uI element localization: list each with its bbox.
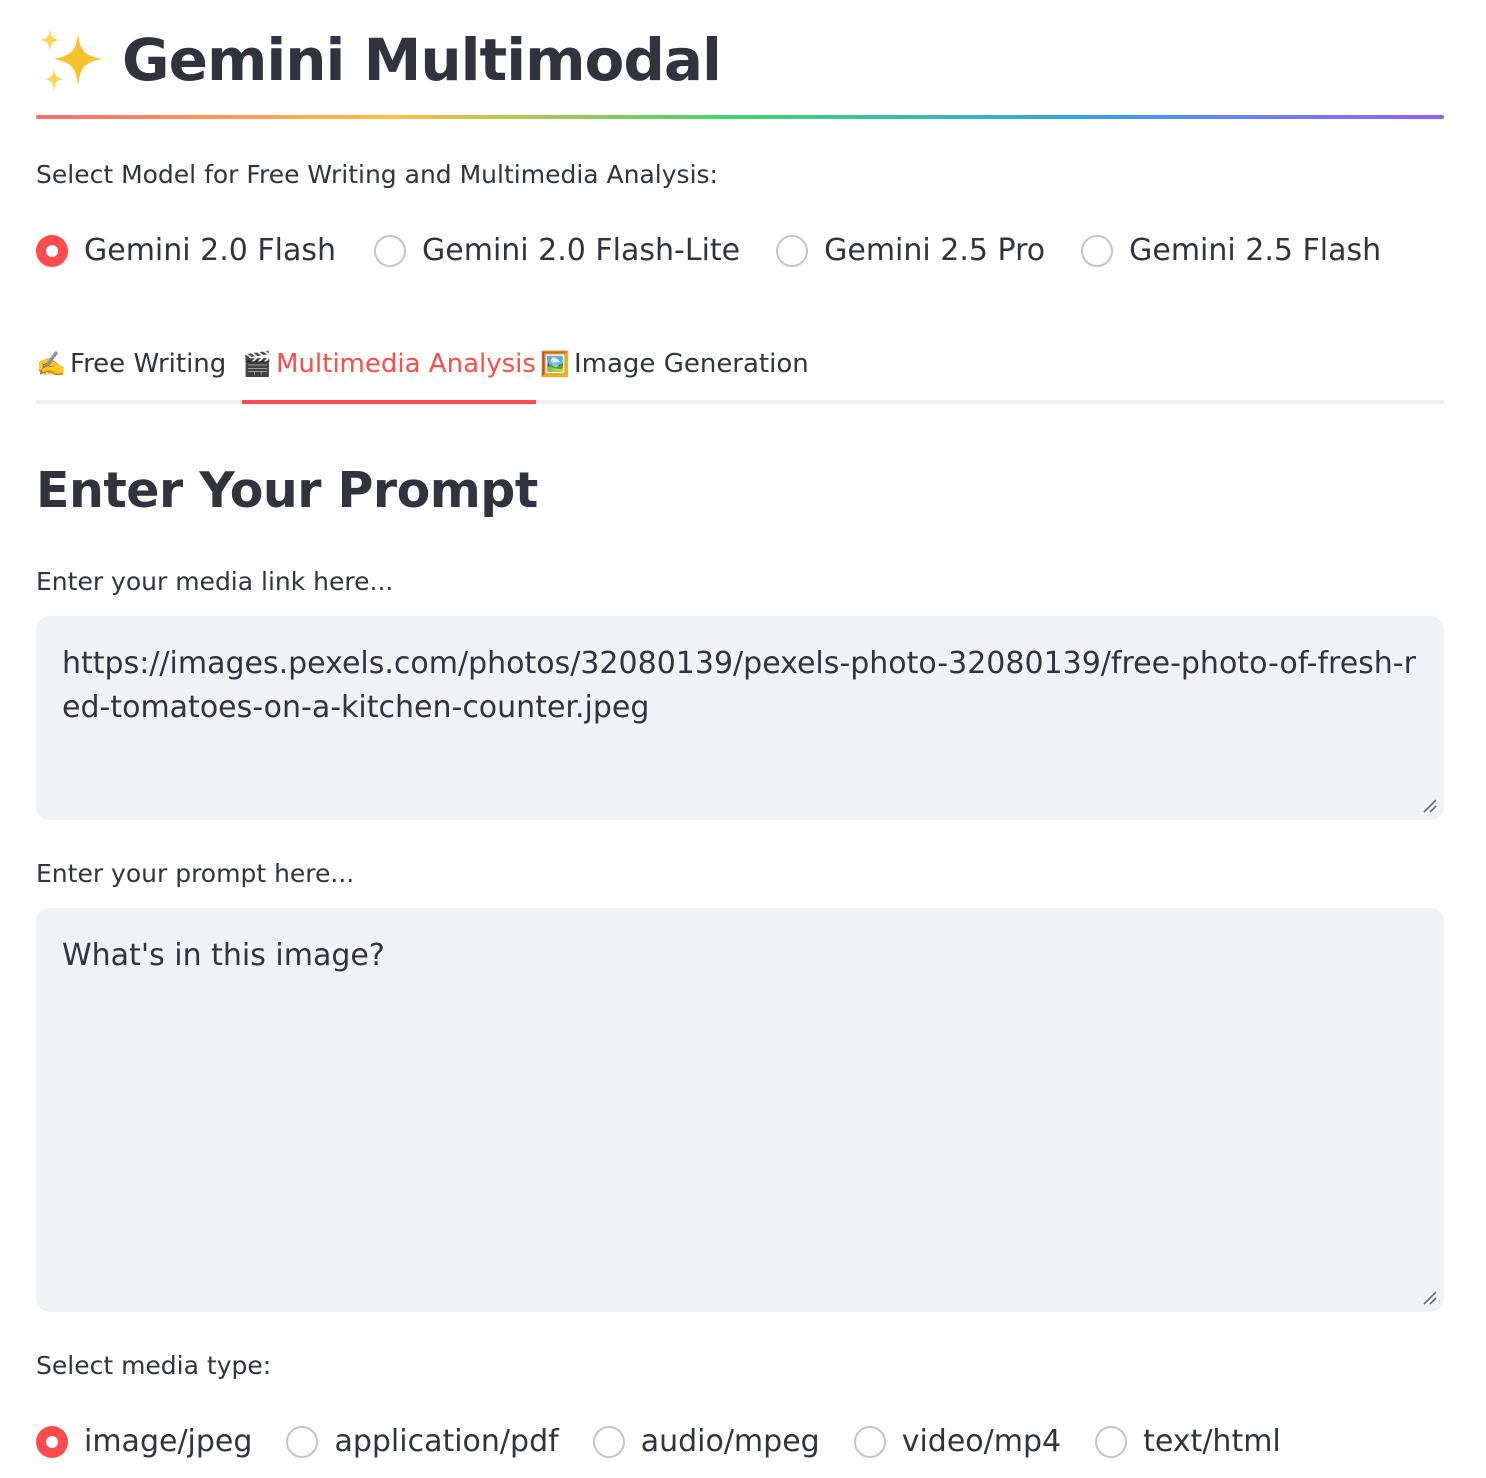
media-link-textarea[interactable]: https://images.pexels.com/photos/3208013… bbox=[36, 616, 1444, 820]
tab-multimedia-analysis[interactable]: 🎬 Multimedia Analysis bbox=[242, 334, 536, 404]
model-radio-group: Gemini 2.0 Flash Gemini 2.0 Flash-Lite G… bbox=[36, 233, 1417, 268]
radio-unchecked-icon[interactable] bbox=[853, 1425, 886, 1458]
writing-hand-icon: ✍️ bbox=[36, 350, 66, 378]
tab-label: Multimedia Analysis bbox=[276, 349, 536, 379]
page-title-row: Gemini Multimodal bbox=[36, 18, 722, 102]
model-option-gemini-2-5-flash[interactable]: Gemini 2.5 Flash bbox=[1081, 233, 1381, 268]
model-option-label: Gemini 2.5 Pro bbox=[824, 233, 1046, 268]
media-type-option-image-jpeg[interactable]: image/jpeg bbox=[36, 1424, 252, 1459]
tab-bar: ✍️ Free Writing 🎬 Multimedia Analysis 🖼️… bbox=[36, 334, 1444, 404]
media-type-label: Select media type: bbox=[36, 1351, 272, 1380]
radio-checked-icon[interactable] bbox=[36, 1425, 68, 1458]
title-divider bbox=[36, 115, 1444, 119]
media-type-option-label: application/pdf bbox=[334, 1424, 559, 1459]
sparkles-icon bbox=[40, 29, 102, 91]
section-heading: Enter Your Prompt bbox=[36, 462, 538, 519]
media-type-option-video-mp4[interactable]: video/mp4 bbox=[853, 1424, 1062, 1459]
media-link-label: Enter your media link here... bbox=[36, 567, 394, 596]
model-option-gemini-2-0-flash-lite[interactable]: Gemini 2.0 Flash-Lite bbox=[374, 233, 740, 268]
model-option-gemini-2-5-pro[interactable]: Gemini 2.5 Pro bbox=[776, 233, 1045, 268]
model-option-label: Gemini 2.0 Flash bbox=[84, 233, 337, 268]
radio-unchecked-icon[interactable] bbox=[1081, 234, 1114, 267]
tab-label: Image Generation bbox=[574, 349, 809, 379]
tab-image-generation[interactable]: 🖼️ Image Generation bbox=[540, 334, 809, 404]
radio-unchecked-icon[interactable] bbox=[776, 234, 809, 267]
prompt-label: Enter your prompt here... bbox=[36, 859, 355, 888]
tab-free-writing[interactable]: ✍️ Free Writing bbox=[36, 334, 226, 404]
model-select-label: Select Model for Free Writing and Multim… bbox=[36, 160, 718, 189]
media-type-radio-group: image/jpeg application/pdf audio/mpeg vi… bbox=[36, 1424, 1317, 1459]
page-title: Gemini Multimodal bbox=[122, 26, 722, 94]
prompt-textarea[interactable]: What's in this image? bbox=[36, 908, 1444, 1312]
radio-unchecked-icon[interactable] bbox=[1095, 1425, 1128, 1458]
resize-handle-icon[interactable] bbox=[1420, 796, 1438, 814]
radio-unchecked-icon[interactable] bbox=[374, 234, 407, 267]
media-type-option-text-html[interactable]: text/html bbox=[1095, 1424, 1281, 1459]
tab-label: Free Writing bbox=[70, 349, 227, 379]
radio-unchecked-icon[interactable] bbox=[592, 1425, 625, 1458]
model-option-label: Gemini 2.0 Flash-Lite bbox=[422, 233, 741, 268]
radio-unchecked-icon[interactable] bbox=[286, 1425, 319, 1458]
media-type-option-label: text/html bbox=[1143, 1424, 1281, 1459]
model-option-gemini-2-0-flash[interactable]: Gemini 2.0 Flash bbox=[36, 233, 336, 268]
resize-handle-icon[interactable] bbox=[1420, 1288, 1438, 1306]
media-type-option-label: video/mp4 bbox=[901, 1424, 1062, 1459]
prompt-value: What's in this image? bbox=[62, 938, 385, 973]
clapper-board-icon: 🎬 bbox=[242, 350, 272, 378]
framed-picture-icon: 🖼️ bbox=[540, 350, 570, 378]
media-type-option-audio-mpeg[interactable]: audio/mpeg bbox=[592, 1424, 820, 1459]
media-type-option-application-pdf[interactable]: application/pdf bbox=[286, 1424, 559, 1459]
radio-checked-icon[interactable] bbox=[36, 234, 68, 267]
media-type-option-label: image/jpeg bbox=[84, 1424, 253, 1459]
model-option-label: Gemini 2.5 Flash bbox=[1129, 233, 1382, 268]
media-type-option-label: audio/mpeg bbox=[640, 1424, 820, 1459]
media-link-value: https://images.pexels.com/photos/3208013… bbox=[62, 646, 1416, 725]
